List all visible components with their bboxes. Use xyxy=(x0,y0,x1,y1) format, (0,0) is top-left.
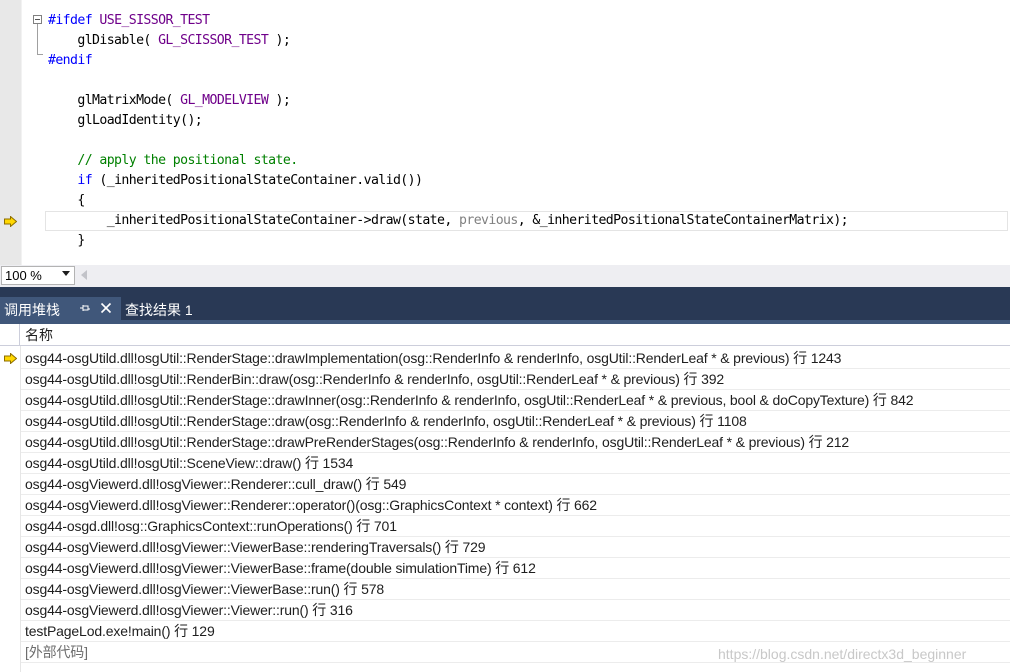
scroll-left-icon[interactable] xyxy=(81,270,87,280)
call-stack-frame-name[interactable]: osg44-osgViewerd.dll!osgViewer::ViewerBa… xyxy=(25,579,384,600)
code-token: #endif xyxy=(48,53,93,68)
code-line[interactable]: _inheritedPositionalStateContainer->draw… xyxy=(48,211,849,231)
outline-guide xyxy=(37,24,38,54)
code-token: previous xyxy=(459,213,518,228)
code-token: // apply the positional state. xyxy=(48,153,298,168)
code-token: (_inheritedPositionalStateContainer.vali… xyxy=(92,173,423,188)
call-stack-frame-name[interactable]: testPageLod.exe!main() 行 129 xyxy=(25,621,215,642)
call-stack-row[interactable] xyxy=(21,642,1010,663)
code-token: ); xyxy=(268,93,291,108)
code-editor[interactable]: #ifdef USE_SISSOR_TEST glDisable( GL_SCI… xyxy=(0,0,1010,265)
call-stack-frame-name[interactable]: osg44-osgUtild.dll!osgUtil::RenderStage:… xyxy=(25,348,841,369)
call-stack-frame-name[interactable]: osg44-osgUtild.dll!osgUtil::RenderStage:… xyxy=(25,390,914,411)
code-line[interactable]: glDisable( GL_SCISSOR_TEST ); xyxy=(48,31,290,51)
code-line[interactable]: glMatrixMode( GL_MODELVIEW ); xyxy=(48,91,290,111)
column-header-name[interactable]: 名称 xyxy=(25,325,53,345)
chevron-down-icon[interactable] xyxy=(62,271,70,276)
call-stack-frame-name[interactable]: osg44-osgViewerd.dll!osgViewer::Renderer… xyxy=(25,474,406,495)
code-line[interactable]: #endif xyxy=(48,51,93,71)
call-stack-frame-name[interactable]: osg44-osgUtild.dll!osgUtil::RenderStage:… xyxy=(25,432,849,453)
tab-find-results-label[interactable]: 查找结果 1 xyxy=(125,301,193,319)
code-token: , &_inheritedPositionalStateContainerMat… xyxy=(517,213,849,228)
call-stack-frame-name[interactable]: osg44-osgViewerd.dll!osgViewer::Viewer::… xyxy=(25,600,353,621)
external-code-label[interactable]: [外部代码] xyxy=(25,642,88,663)
code-token: GL_MODELVIEW xyxy=(180,93,269,108)
call-stack-frame-name[interactable]: osg44-osgUtild.dll!osgUtil::RenderStage:… xyxy=(25,411,747,432)
code-token: GL_SCISSOR_TEST xyxy=(158,33,269,48)
code-line[interactable]: glLoadIdentity(); xyxy=(48,111,202,131)
code-line[interactable]: // apply the positional state. xyxy=(48,151,298,171)
code-token: if xyxy=(77,173,93,188)
call-stack-frame-name[interactable]: osg44-osgUtild.dll!osgUtil::RenderBin::d… xyxy=(25,369,724,390)
code-token: glMatrixMode( xyxy=(48,93,181,108)
current-frame-arrow-icon xyxy=(4,353,17,364)
zoom-level-value: 100 % xyxy=(5,268,42,283)
tab-call-stack-label[interactable]: 调用堆栈 xyxy=(4,301,60,319)
code-line[interactable]: } xyxy=(48,231,85,251)
code-line[interactable]: #ifdef USE_SISSOR_TEST xyxy=(48,11,210,31)
margin-divider xyxy=(21,0,22,265)
code-token: #ifdef xyxy=(48,13,93,28)
code-token: { xyxy=(48,193,85,208)
column-header-divider[interactable] xyxy=(19,324,20,346)
column-header-row xyxy=(0,324,1010,346)
code-line[interactable]: if (_inheritedPositionalStateContainer.v… xyxy=(48,171,423,191)
call-stack-frame-name[interactable]: osg44-osgViewerd.dll!osgViewer::ViewerBa… xyxy=(25,537,486,558)
call-stack-frame-name[interactable]: osg44-osgd.dll!osg::GraphicsContext::run… xyxy=(25,516,397,537)
code-token: _inheritedPositionalStateContainer->draw… xyxy=(48,213,460,228)
close-icon[interactable] xyxy=(100,302,112,314)
call-stack-frame-name[interactable]: osg44-osgViewerd.dll!osgViewer::ViewerBa… xyxy=(25,558,536,579)
collapse-region-icon[interactable] xyxy=(33,15,42,24)
code-token: ); xyxy=(268,33,291,48)
call-stack-indicator-column xyxy=(0,346,20,672)
code-token: USE_SISSOR_TEST xyxy=(92,13,210,28)
code-line[interactable]: { xyxy=(48,191,85,211)
editor-status-bar xyxy=(0,265,1010,287)
code-token: glLoadIdentity(); xyxy=(48,113,203,128)
current-statement-arrow-icon xyxy=(4,216,17,227)
pin-icon[interactable] xyxy=(79,302,91,314)
code-token: glDisable( xyxy=(48,33,159,48)
outline-guide-end xyxy=(37,54,43,55)
call-stack-frame-name[interactable]: osg44-osgUtild.dll!osgUtil::SceneView::d… xyxy=(25,453,353,474)
code-token: } xyxy=(48,233,85,248)
call-stack-frame-name[interactable]: osg44-osgViewerd.dll!osgViewer::Renderer… xyxy=(25,495,597,516)
